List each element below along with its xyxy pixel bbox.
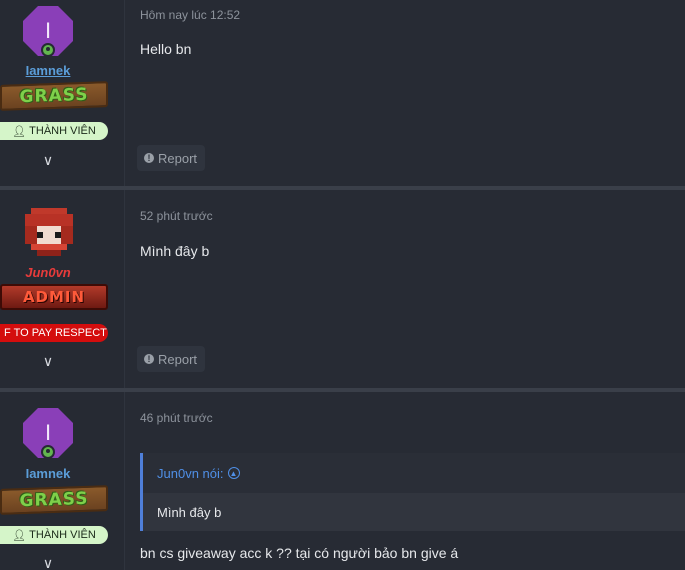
arrow-up-circle-icon[interactable]: ▲ [227,467,240,479]
role-badge-label: THÀNH VIÊN [29,529,96,541]
username-link[interactable]: Jun0vn [0,265,96,280]
role-badge: F TO PAY RESPECT [0,324,108,342]
post-timestamp[interactable]: 46 phút trước [140,411,213,425]
user-icon: 👤︎ [12,529,27,542]
post-timestamp[interactable]: 52 phút trước [140,209,213,223]
post-content: bn cs giveaway acc k ?? tại có người bảo… [140,545,459,561]
chevron-down-icon[interactable]: ∨ [40,353,56,369]
quote-block: Jun0vn nói: ▲ Mình đây b [140,453,685,531]
post-main: 52 phút trước Mình đây b ! Report [125,190,685,388]
chevron-down-icon[interactable]: ∨ [40,152,56,168]
post-main: 46 phút trước Jun0vn nói: ▲ Mình đây b b… [125,392,685,570]
post-author-sidebar: I Iamnek GRASS 👤︎ THÀNH VIÊN ∨ [0,0,125,186]
user-icon: 👤︎ [12,125,27,138]
role-badge: 👤︎ THÀNH VIÊN [0,122,108,140]
quote-author-label: Jun0vn nói: [157,465,224,481]
avatar[interactable] [25,208,73,256]
online-status-icon [41,43,55,57]
online-status-icon [41,445,55,459]
info-circle-icon: ! [144,354,154,364]
chevron-down-icon[interactable]: ∨ [40,555,56,570]
quote-text: Mình đây b [143,493,685,531]
rank-banner: GRASS [0,81,108,111]
avatar[interactable]: I [23,6,73,57]
report-button[interactable]: ! Report [137,145,206,171]
post-author-sidebar: I Iamnek GRASS 👤︎ THÀNH VIÊN ∨ [0,392,125,570]
quote-author[interactable]: Jun0vn nói: ▲ [143,453,685,493]
role-badge-label: THÀNH VIÊN [29,125,96,137]
report-label: Report [158,150,198,166]
post-timestamp[interactable]: Hôm nay lúc 12:52 [140,8,240,22]
rank-banner: ADMIN [0,284,108,310]
username-link[interactable]: Iamnek [0,466,96,481]
post-main: Hôm nay lúc 12:52 Hello bn ! Report [125,0,685,186]
avatar[interactable]: I [23,408,73,459]
info-circle-icon: ! [144,153,154,163]
report-button[interactable]: ! Report [137,346,206,372]
username-link[interactable]: Iamnek [0,63,96,78]
report-label: Report [158,351,198,367]
post-2: Jun0vn ADMIN F TO PAY RESPECT ∨ 52 phút … [0,190,685,388]
rank-banner: GRASS [0,485,108,515]
post-content: Mình đây b [140,243,210,259]
post-author-sidebar: Jun0vn ADMIN F TO PAY RESPECT ∨ [0,190,125,388]
post-content: Hello bn [140,41,192,57]
role-badge: 👤︎ THÀNH VIÊN [0,526,108,544]
post-3: I Iamnek GRASS 👤︎ THÀNH VIÊN ∨ 46 phút t… [0,392,685,570]
post-1: I Iamnek GRASS 👤︎ THÀNH VIÊN ∨ Hôm nay l… [0,0,685,186]
